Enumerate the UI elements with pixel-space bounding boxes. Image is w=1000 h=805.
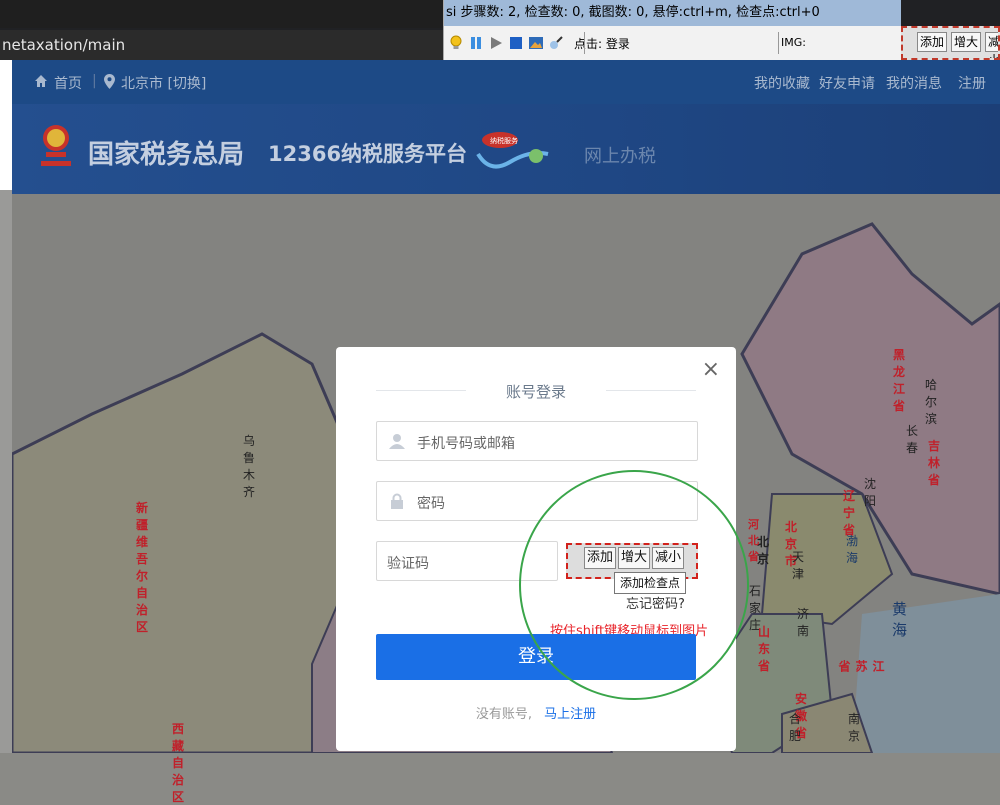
- nav-favorites-link[interactable]: 我的收藏: [754, 73, 810, 93]
- location-pin-icon: [104, 74, 115, 89]
- recorder-action-label: 点击: 登录: [574, 36, 630, 51]
- map-label: 河北省: [748, 518, 759, 563]
- left-edge-panel: [0, 60, 12, 190]
- map-label: 沈阳: [864, 477, 877, 508]
- map-label: 济南: [797, 607, 810, 638]
- map-label: 南京: [848, 712, 861, 743]
- recorder-controls: 点击: 登录 IMG:: [444, 26, 901, 60]
- password-placeholder: 密码: [417, 496, 445, 512]
- tax-emblem-logo: [41, 125, 71, 166]
- map-label: 吉林省: [928, 439, 941, 487]
- home-icon: [35, 75, 47, 87]
- phone-email-placeholder: 手机号码或邮箱: [417, 436, 515, 452]
- svg-text:纳税服务: 纳税服务: [490, 136, 518, 145]
- map-label: 西藏自治区: [172, 722, 207, 804]
- map-label: 辽宁省: [843, 489, 856, 537]
- map-label: 江苏省: [837, 660, 885, 672]
- play-icon[interactable]: [488, 35, 504, 51]
- recorder-status: si 步骤数: 2, 检查数: 0, 截图数: 0, 悬停:ctrl+m, 检查…: [444, 0, 901, 26]
- lock-icon: [391, 493, 403, 509]
- address-bar[interactable]: netaxation/main: [0, 30, 443, 60]
- org-name: 国家税务总局: [88, 140, 245, 170]
- picture-icon[interactable]: [528, 35, 544, 51]
- login-title: 账号登录: [505, 383, 566, 401]
- no-account-row: 没有账号, 马上注册: [336, 703, 736, 722]
- map-label: 黄海: [892, 600, 912, 639]
- shrink-button[interactable]: 减小: [985, 32, 998, 58]
- map-label: 乌鲁木齐: [243, 434, 256, 499]
- top-nav: 首页 | 北京市 [切换] 我的收藏 好友申请 我的消息 注册: [12, 60, 1000, 104]
- nav-friend-requests-link[interactable]: 好友申请: [819, 73, 875, 93]
- map-label: 合肥: [789, 712, 802, 743]
- add-button[interactable]: 添加: [917, 32, 948, 52]
- divider: [778, 32, 779, 54]
- phone-email-field[interactable]: 手机号码或邮箱: [376, 421, 698, 461]
- register-link[interactable]: 马上注册: [544, 707, 596, 722]
- site-banner: 国家税务总局 12366纳税服务平台 纳税服务 网上办税: [12, 104, 1000, 194]
- divider: |: [92, 73, 97, 89]
- map-label: 山东省: [758, 625, 771, 673]
- tab-strip: [0, 0, 443, 28]
- magic-icon[interactable]: [548, 35, 564, 51]
- 12366-logo: 纳税服务: [476, 132, 549, 169]
- user-icon: [389, 434, 405, 449]
- bulb-icon[interactable]: [448, 35, 464, 51]
- nav-register-link[interactable]: 注册: [958, 73, 986, 93]
- img-label: IMG:: [781, 36, 806, 49]
- nav-messages-link[interactable]: 我的消息: [886, 73, 942, 93]
- platform-name: 12366纳税服务平台: [268, 142, 468, 166]
- pause-icon[interactable]: [468, 35, 484, 51]
- map-label: 哈尔滨: [925, 378, 938, 426]
- map-label: 渤海: [846, 534, 859, 565]
- online-tax-label: 网上办税: [584, 146, 656, 167]
- highlight-circle: [519, 470, 749, 700]
- captcha-placeholder: 验证码: [387, 556, 429, 572]
- map-label: 黑龙江省: [893, 348, 918, 413]
- home-link[interactable]: 首页: [54, 73, 82, 93]
- map-label: 天津: [792, 550, 805, 581]
- recorder-toolbar: si 步骤数: 2, 检查数: 0, 截图数: 0, 悬停:ctrl+m, 检查…: [443, 0, 901, 60]
- map-label: 长春: [906, 424, 919, 455]
- divider: [584, 32, 585, 54]
- no-account-text: 没有账号,: [475, 707, 532, 722]
- close-icon[interactable]: ×: [702, 357, 720, 382]
- enlarge-button[interactable]: 增大: [951, 32, 982, 52]
- mini-checkpoint-widget: 添加 增大 减小: [901, 26, 1000, 60]
- stop-icon[interactable]: [508, 35, 524, 51]
- map-label: 新疆维吾尔自治区: [136, 501, 155, 634]
- location-switch[interactable]: 北京市 [切换]: [121, 73, 206, 93]
